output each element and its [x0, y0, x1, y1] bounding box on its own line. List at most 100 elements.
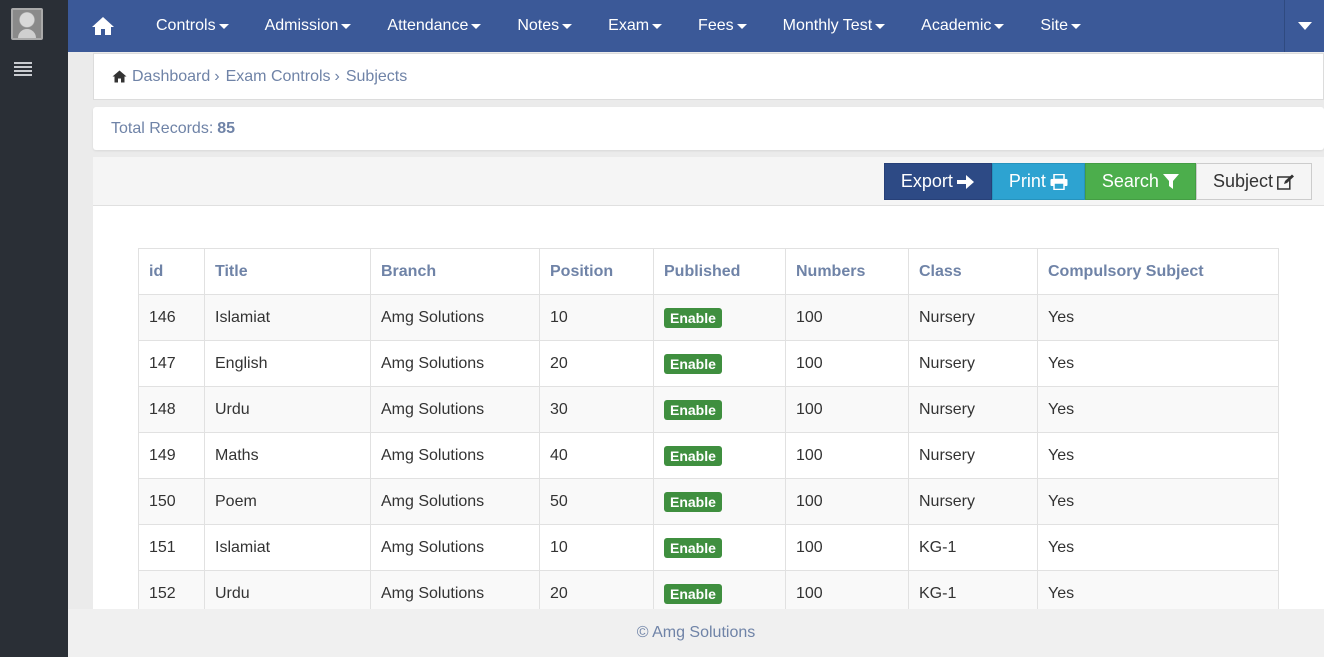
- cell-branch: Amg Solutions: [370, 432, 540, 479]
- export-label: Export: [900, 171, 953, 191]
- filter-icon: [1162, 173, 1179, 189]
- top-navbar: Controls Admission Attendance Notes Exam…: [68, 0, 1324, 52]
- nav-label: Controls: [156, 17, 216, 34]
- print-button[interactable]: Print: [991, 163, 1085, 200]
- table-row[interactable]: 148 Urdu Amg Solutions 30 Enable 100 Nur…: [138, 386, 1279, 433]
- print-label: Print: [1008, 171, 1046, 191]
- table-row[interactable]: 146 Islamiat Amg Solutions 10 Enable 100…: [138, 294, 1279, 341]
- cell-numbers: 100: [785, 432, 909, 479]
- column-header[interactable]: Numbers: [785, 248, 909, 295]
- cell-compulsory: Yes: [1037, 340, 1279, 387]
- total-records-value: 85: [217, 119, 236, 137]
- table-row[interactable]: 151 Islamiat Amg Solutions 10 Enable 100…: [138, 524, 1279, 571]
- cell-compulsory: Yes: [1037, 432, 1279, 479]
- cell-title: English: [204, 340, 371, 387]
- total-records-label: Total Records:: [111, 119, 214, 137]
- nav-label: Fees: [698, 17, 734, 34]
- nav-label: Monthly Test: [782, 17, 873, 34]
- breadcrumb-current: Subjects: [345, 67, 408, 85]
- table-row[interactable]: 147 English Amg Solutions 20 Enable 100 …: [138, 340, 1279, 387]
- avatar[interactable]: [11, 8, 43, 40]
- nav-site[interactable]: Site: [1022, 0, 1099, 52]
- breadcrumb-dashboard[interactable]: Dashboard: [132, 68, 210, 86]
- subject-label: Subject: [1212, 171, 1273, 191]
- column-header[interactable]: Title: [204, 248, 371, 295]
- cell-class: Nursery: [908, 386, 1038, 433]
- caret-down-icon: [994, 23, 1005, 29]
- footer-text: © Amg Solutions: [636, 624, 756, 641]
- cell-position: 30: [539, 386, 654, 433]
- nav-label: Admission: [264, 17, 339, 34]
- cell-compulsory: Yes: [1037, 524, 1279, 571]
- cell-published: Enable: [653, 340, 786, 387]
- caret-down-icon: [652, 23, 663, 29]
- column-header[interactable]: Compulsory Subject: [1037, 248, 1279, 295]
- status-badge[interactable]: Enable: [664, 445, 722, 466]
- cell-id: 149: [138, 432, 205, 479]
- cell-published: Enable: [653, 524, 786, 571]
- cell-title: Urdu: [204, 386, 371, 433]
- cell-position: 50: [539, 478, 654, 525]
- nav-label: Site: [1040, 17, 1068, 34]
- cell-numbers: 100: [785, 478, 909, 525]
- status-badge[interactable]: Enable: [664, 399, 722, 420]
- nav-label: Academic: [921, 17, 992, 34]
- cell-id: 148: [138, 386, 205, 433]
- column-header[interactable]: Position: [539, 248, 654, 295]
- cell-id: 151: [138, 524, 205, 571]
- cell-position: 20: [539, 340, 654, 387]
- status-badge[interactable]: Enable: [664, 353, 722, 374]
- cell-id: 146: [138, 294, 205, 341]
- subjects-table: id Title Branch Position Published Numbe…: [138, 248, 1279, 617]
- status-badge[interactable]: Enable: [664, 537, 722, 558]
- nav-exam[interactable]: Exam: [590, 0, 680, 52]
- nav-attendance[interactable]: Attendance: [369, 0, 499, 52]
- cell-compulsory: Yes: [1037, 294, 1279, 341]
- status-badge[interactable]: Enable: [664, 491, 722, 512]
- nav-academic[interactable]: Academic: [903, 0, 1022, 52]
- table-row[interactable]: 150 Poem Amg Solutions 50 Enable 100 Nur…: [138, 478, 1279, 525]
- column-header[interactable]: id: [138, 248, 205, 295]
- cell-class: Nursery: [908, 340, 1038, 387]
- cell-title: Islamiat: [204, 524, 371, 571]
- table-header-row: id Title Branch Position Published Numbe…: [138, 248, 1279, 295]
- cell-compulsory: Yes: [1037, 478, 1279, 525]
- nav-notes[interactable]: Notes: [499, 0, 590, 52]
- footer: © Amg Solutions: [68, 609, 1324, 657]
- menu-toggle-icon[interactable]: [14, 62, 32, 78]
- cell-published: Enable: [653, 432, 786, 479]
- subjects-panel: Export Print Search Subject id Title Bra…: [93, 157, 1324, 617]
- cell-class: KG-1: [908, 524, 1038, 571]
- nav-monthly-test[interactable]: Monthly Test: [765, 0, 904, 52]
- cell-title: Poem: [204, 478, 371, 525]
- cell-published: Enable: [653, 294, 786, 341]
- cell-numbers: 100: [785, 386, 909, 433]
- cell-compulsory: Yes: [1037, 386, 1279, 433]
- column-header[interactable]: Branch: [370, 248, 540, 295]
- nav-label: Exam: [608, 17, 650, 34]
- nav-admission[interactable]: Admission: [247, 0, 370, 52]
- cell-title: Maths: [204, 432, 371, 479]
- nav-controls[interactable]: Controls: [138, 0, 247, 52]
- add-subject-button[interactable]: Subject: [1195, 163, 1312, 200]
- breadcrumb-exam-controls[interactable]: Exam Controls: [226, 68, 331, 86]
- caret-down-icon: [562, 23, 573, 29]
- cell-numbers: 100: [785, 294, 909, 341]
- status-badge[interactable]: Enable: [664, 307, 722, 328]
- export-button[interactable]: Export: [883, 163, 992, 200]
- nav-fees[interactable]: Fees: [680, 0, 765, 52]
- status-badge[interactable]: Enable: [664, 583, 722, 604]
- home-icon[interactable]: [68, 0, 138, 52]
- cell-title: Islamiat: [204, 294, 371, 341]
- search-button[interactable]: Search: [1084, 163, 1196, 200]
- column-header[interactable]: Published: [653, 248, 786, 295]
- column-header[interactable]: Class: [908, 248, 1038, 295]
- cell-branch: Amg Solutions: [370, 386, 540, 433]
- table-row[interactable]: 149 Maths Amg Solutions 40 Enable 100 Nu…: [138, 432, 1279, 479]
- panel-toolbar: Export Print Search Subject: [93, 157, 1324, 206]
- caret-down-icon: [1297, 22, 1312, 30]
- caret-down-icon: [736, 23, 747, 29]
- user-menu-dropdown[interactable]: [1284, 0, 1324, 52]
- cell-id: 147: [138, 340, 205, 387]
- cell-branch: Amg Solutions: [370, 478, 540, 525]
